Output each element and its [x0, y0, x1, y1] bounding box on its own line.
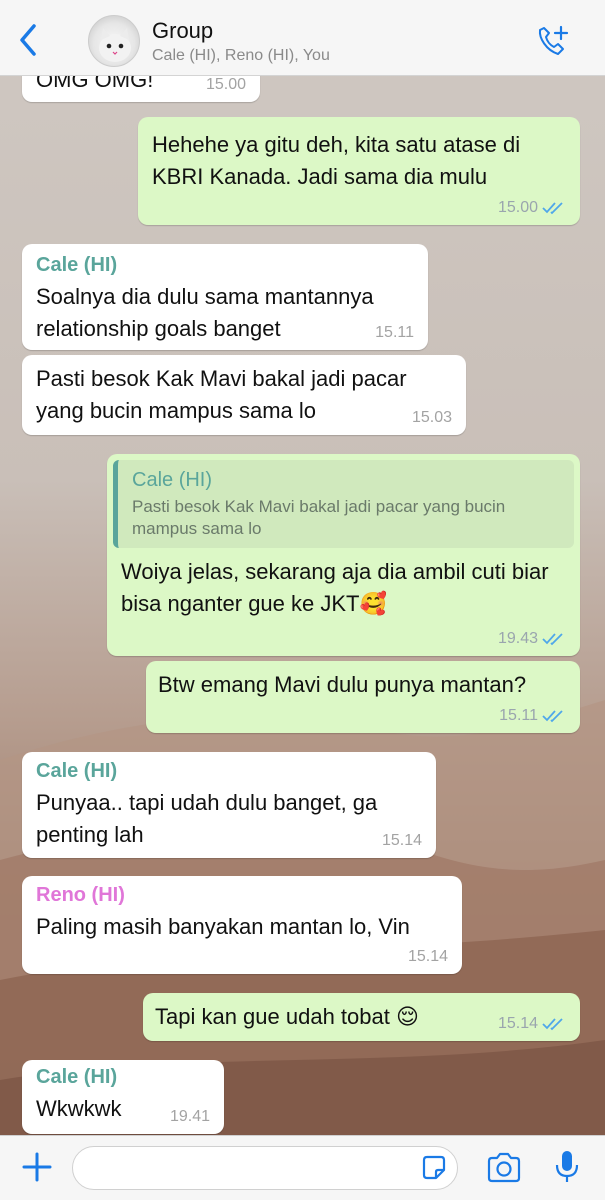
message-text: Punyaa.. tapi udah dulu banget, ga penti… [36, 790, 378, 847]
message-bubble[interactable]: Tapi kan gue udah tobat 😌 15.14 [143, 993, 580, 1041]
message-time: 19.43 [498, 630, 566, 648]
sender-name[interactable]: Cale (HI) [36, 1064, 210, 1090]
message-bubble[interactable]: Cale (HI) Pasti besok Kak Mavi bakal jad… [107, 454, 580, 656]
message-time: 15.14 [407, 948, 448, 965]
message-bubble[interactable]: Cale (HI) Wkwkwk 19.41 [22, 1060, 224, 1134]
camera-icon[interactable] [486, 1152, 522, 1184]
double-check-icon [542, 710, 563, 723]
relieved-face-emoji: 😌 [395, 1004, 419, 1029]
message-time: 19.41 [169, 1108, 210, 1125]
message-input[interactable] [72, 1146, 458, 1190]
double-check-icon [542, 1018, 563, 1031]
sender-name[interactable]: Cale (HI) [36, 758, 422, 784]
add-call-icon[interactable] [534, 24, 570, 60]
sticker-icon[interactable] [420, 1154, 448, 1182]
message-bubble[interactable]: Hehehe ya gitu deh, kita satu atase di K… [138, 117, 580, 225]
message-bubble[interactable]: Cale (HI) Punyaa.. tapi udah dulu banget… [22, 752, 436, 858]
sender-name[interactable]: Cale (HI) [36, 252, 414, 278]
plus-icon[interactable] [22, 1152, 52, 1182]
message-text: Hehehe ya gitu deh, kita satu atase di K… [152, 132, 521, 189]
message-bubble[interactable]: Reno (HI) Paling masih banyakan mantan l… [22, 876, 462, 974]
chat-participants[interactable]: Cale (HI), Reno (HI), You [152, 47, 330, 65]
message-text: Soalnya dia dulu sama mantannya relation… [36, 284, 374, 341]
quoted-message[interactable]: Cale (HI) Pasti besok Kak Mavi bakal jad… [113, 460, 574, 548]
group-avatar[interactable] [88, 15, 140, 67]
quoted-text: Pasti besok Kak Mavi bakal jadi pacar ya… [132, 497, 506, 538]
message-text: Pasti besok Kak Mavi bakal jadi pacar ya… [36, 366, 407, 423]
message-text: Tapi kan gue udah tobat [155, 1004, 390, 1029]
message-text: Woiya jelas, sekarang aja dia ambil cuti… [121, 559, 549, 616]
message-list[interactable]: OMG OMG! 15.00 Hehehe ya gitu deh, kita … [0, 0, 605, 1200]
chat-title[interactable]: Group [152, 18, 213, 44]
cat-photo-icon [99, 28, 131, 62]
back-chevron-icon[interactable] [14, 22, 44, 58]
quoted-sender: Cale (HI) [132, 469, 213, 491]
double-check-icon [542, 202, 563, 215]
message-time: 15.11 [375, 324, 414, 341]
message-text: Paling masih banyakan mantan lo, Vin [36, 914, 410, 939]
sender-name[interactable]: Reno (HI) [36, 882, 448, 908]
message-time: 15.03 [411, 409, 452, 426]
message-time: 15.11 [499, 707, 566, 725]
message-time: 15.14 [498, 1015, 566, 1033]
double-check-icon [542, 633, 563, 646]
message-time: 15.00 [498, 199, 566, 217]
message-time: 15.14 [381, 832, 422, 849]
message-composer [0, 1135, 605, 1200]
message-bubble[interactable]: Cale (HI) Soalnya dia dulu sama mantanny… [22, 244, 428, 350]
smiling-face-with-hearts-emoji: 🥰 [359, 591, 387, 616]
message-bubble[interactable]: Btw emang Mavi dulu punya mantan? 15.11 [146, 661, 580, 733]
microphone-icon[interactable] [554, 1149, 580, 1185]
message-time: 15.00 [205, 76, 246, 93]
chat-header: Group Cale (HI), Reno (HI), You [0, 0, 605, 76]
message-text: Btw emang Mavi dulu punya mantan? [158, 672, 527, 697]
message-bubble[interactable]: Pasti besok Kak Mavi bakal jadi pacar ya… [22, 355, 466, 435]
